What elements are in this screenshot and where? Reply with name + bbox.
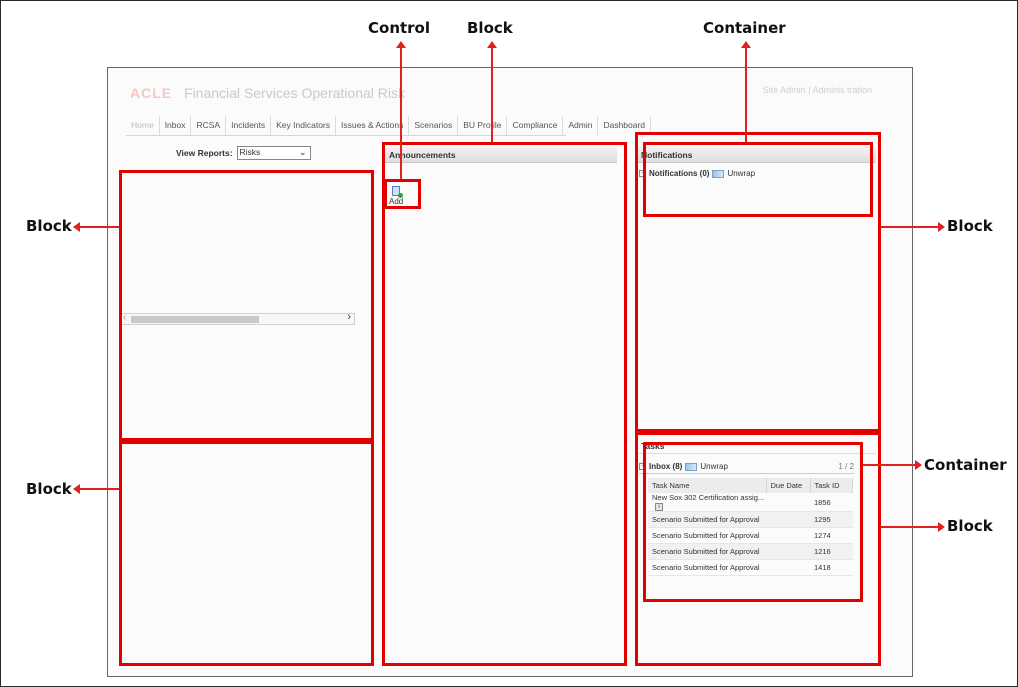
annotation-container-right: Container xyxy=(924,456,1007,474)
tab-incidents[interactable]: Incidents xyxy=(226,116,272,135)
arrow-block-left-upper xyxy=(79,226,119,228)
annotation-control: Control xyxy=(368,19,431,37)
arrow-up-icon xyxy=(487,41,497,48)
arrow-up-icon xyxy=(741,41,751,48)
highlight-block-left-lower xyxy=(119,441,374,666)
arrow-block-left-lower xyxy=(79,488,119,490)
arrow-control xyxy=(400,45,402,179)
top-links[interactable]: Site Admin | Adminis tration xyxy=(763,85,872,95)
arrow-right-icon xyxy=(938,522,945,532)
view-reports-label: View Reports: xyxy=(176,148,233,158)
arrow-block-right-lower xyxy=(881,526,939,528)
tab-inbox[interactable]: Inbox xyxy=(160,116,192,135)
arrow-right-icon xyxy=(938,222,945,232)
arrow-block-top xyxy=(491,45,493,142)
arrow-left-icon xyxy=(73,222,80,232)
highlight-block-left-upper xyxy=(119,170,374,441)
view-reports-value: Risks xyxy=(239,147,261,157)
view-reports-select[interactable]: Risks ⌄ xyxy=(236,146,311,160)
tab-scenarios[interactable]: Scenarios xyxy=(409,116,459,135)
arrow-block-right-upper xyxy=(881,226,939,228)
annotation-block-right-upper: Block xyxy=(947,217,993,235)
tab-bu-profile[interactable]: BU Profile xyxy=(458,116,508,135)
tab-rcsa[interactable]: RCSA xyxy=(191,116,227,135)
main-tabs: Home Inbox RCSA Incidents Key Indicators… xyxy=(126,116,652,136)
arrow-left-icon xyxy=(73,484,80,494)
arrow-up-icon xyxy=(396,41,406,48)
annotation-container-top: Container xyxy=(703,19,786,37)
chevron-down-icon: ⌄ xyxy=(298,147,307,157)
app-title: Financial Services Operational Risk xyxy=(184,85,405,101)
arrow-right-icon xyxy=(915,460,922,470)
tab-issues-actions[interactable]: Issues & Actions xyxy=(336,116,410,135)
arrow-container-right xyxy=(863,464,916,466)
highlight-container-tasks xyxy=(643,442,863,602)
tab-admin[interactable]: Admin xyxy=(563,116,599,135)
view-reports: View Reports: Risks ⌄ xyxy=(176,146,311,160)
annotation-block-right-lower: Block xyxy=(947,517,993,535)
annotation-block-top: Block xyxy=(467,19,513,37)
tab-compliance[interactable]: Compliance xyxy=(507,116,564,135)
screenshot-frame: ACLE Financial Services Operational Risk… xyxy=(0,0,1018,687)
highlight-container-notifications xyxy=(643,142,873,217)
arrow-container-top xyxy=(745,45,747,142)
brand-logo: ACLE xyxy=(130,85,173,101)
highlight-block-announcements xyxy=(382,142,627,666)
app-brand: ACLE Financial Services Operational Risk xyxy=(130,85,405,101)
annotation-block-left-lower: Block xyxy=(26,480,72,498)
tab-key-indicators[interactable]: Key Indicators xyxy=(271,116,337,135)
highlight-control-add xyxy=(384,179,421,209)
annotation-block-left-upper: Block xyxy=(26,217,72,235)
tab-home[interactable]: Home xyxy=(126,116,160,135)
